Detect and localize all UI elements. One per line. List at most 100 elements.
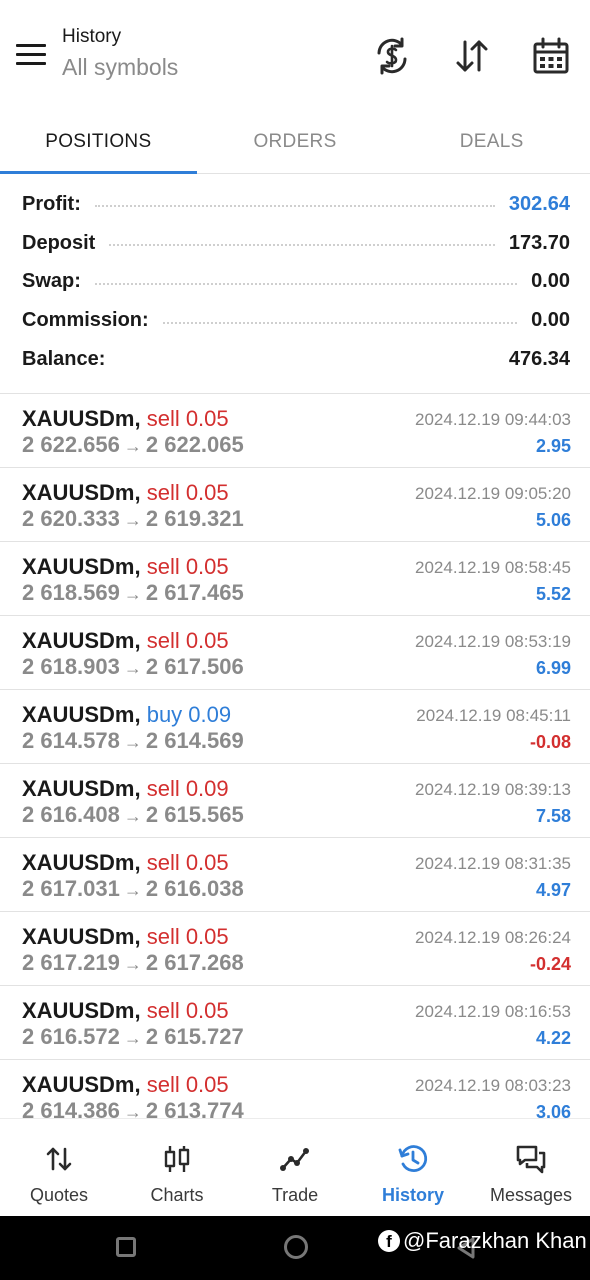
deal-symbol: XAUUSDm, sell 0.05 [22, 924, 229, 950]
close-price: 2 615.565 [145, 802, 244, 827]
deal-prices: 2 616.408 → 2 615.565 [22, 802, 244, 828]
summary-value: 302.64 [508, 192, 570, 215]
nav-label: Charts [150, 1185, 204, 1205]
open-price: 2 617.031 [22, 876, 120, 901]
deal-prices: 2 617.031 → 2 616.038 [22, 876, 244, 902]
symbol-name: XAUUSDm, [22, 628, 141, 653]
deal-row[interactable]: XAUUSDm, sell 0.05 2 614.386 → 2 613.774 202… [0, 1060, 590, 1118]
open-price: 2 618.569 [22, 580, 120, 605]
deal-time: 2024.12.19 08:39:13 [415, 780, 571, 799]
deal-symbol: XAUUSDm, buy 0.09 [22, 702, 231, 728]
summary-value: 173.70 [508, 231, 570, 254]
deal-profit: 6.99 [535, 658, 571, 678]
symbol-name: XAUUSDm, [22, 554, 141, 579]
summary-profit: Profit: 302.64 [0, 185, 590, 224]
facebook-icon: f [378, 1230, 400, 1252]
close-price: 2 613.774 [145, 1098, 244, 1118]
tab-deals[interactable]: DEALS [393, 110, 590, 173]
nav-charts[interactable]: Charts [118, 1119, 236, 1216]
deal-prices: 2 618.569 → 2 617.465 [22, 580, 244, 606]
deal-profit: 5.52 [535, 584, 571, 604]
nav-messages[interactable]: Messages [472, 1119, 590, 1216]
deal-row[interactable]: XAUUSDm, sell 0.05 2 616.572 → 2 615.727 202… [0, 986, 590, 1060]
summary-label: Balance: [22, 348, 106, 371]
facebook-logo-letter: f [386, 1231, 392, 1251]
deal-time: 2024.12.19 08:16:53 [415, 1002, 571, 1021]
menu-icon[interactable] [16, 44, 46, 68]
deal-row[interactable]: XAUUSDm, sell 0.09 2 616.408 → 2 615.565 202… [0, 764, 590, 838]
dotted-leader [94, 282, 518, 285]
home-icon[interactable] [284, 1235, 308, 1259]
deal-side: sell 0.05 [146, 850, 229, 875]
deal-prices: 2 620.333 → 2 619.321 [22, 506, 244, 532]
messages-icon [515, 1143, 547, 1175]
symbol-name: XAUUSDm, [22, 702, 141, 727]
deal-prices: 2 614.386 → 2 613.774 [22, 1098, 244, 1118]
deal-profit: 5.06 [535, 510, 571, 530]
open-price: 2 614.386 [22, 1098, 120, 1118]
deal-time: 2024.12.19 08:31:35 [415, 854, 571, 873]
arrow-right-icon: → [123, 1102, 142, 1118]
quotes-icon [43, 1143, 75, 1175]
sort-icon[interactable] [452, 36, 492, 76]
calendar-icon[interactable] [531, 36, 571, 76]
deal-time: 2024.12.19 08:03:23 [415, 1076, 571, 1095]
recent-apps-icon[interactable] [116, 1237, 136, 1257]
deal-time: 2024.12.19 08:58:45 [415, 558, 571, 577]
close-price: 2 614.569 [145, 728, 244, 753]
deal-row[interactable]: XAUUSDm, buy 0.09 2 614.578 → 2 614.569 2024… [0, 690, 590, 764]
nav-quotes[interactable]: Quotes [0, 1119, 118, 1216]
deal-row[interactable]: XAUUSDm, sell 0.05 2 618.569 → 2 617.465 202… [0, 542, 590, 616]
close-price: 2 617.506 [145, 654, 244, 679]
deal-row[interactable]: XAUUSDm, sell 0.05 2 622.656 → 2 622.065 202… [0, 394, 590, 468]
tab-orders[interactable]: ORDERS [197, 110, 394, 173]
deal-profit: 7.58 [535, 806, 571, 826]
summary-label: Commission: [22, 309, 149, 332]
currency-sync-icon[interactable] [372, 36, 412, 76]
deal-side: sell 0.05 [146, 480, 229, 505]
close-price: 2 615.727 [145, 1024, 244, 1049]
deal-symbol: XAUUSDm, sell 0.05 [22, 850, 229, 876]
deal-row[interactable]: XAUUSDm, sell 0.05 2 617.031 → 2 616.038 202… [0, 838, 590, 912]
title-block[interactable]: History All symbols [62, 26, 178, 81]
deal-side: sell 0.05 [146, 554, 229, 579]
system-navigation-bar: f @Farazkhan Khan [0, 1216, 590, 1280]
symbol-filter: All symbols [62, 54, 179, 80]
nav-label: History [381, 1185, 444, 1205]
summary-label: Profit: [22, 192, 81, 215]
symbol-name: XAUUSDm, [22, 850, 141, 875]
page-title: History [62, 26, 122, 47]
deal-profit: -0.08 [529, 732, 571, 752]
deal-side: buy 0.09 [146, 702, 232, 727]
deal-row[interactable]: XAUUSDm, sell 0.05 2 618.903 → 2 617.506 202… [0, 616, 590, 690]
open-price: 2 616.572 [22, 1024, 120, 1049]
deal-row[interactable]: XAUUSDm, sell 0.05 2 617.219 → 2 617.268 202… [0, 912, 590, 986]
arrow-right-icon: → [123, 732, 142, 752]
symbol-name: XAUUSDm, [22, 776, 141, 801]
deal-row[interactable]: XAUUSDm, sell 0.05 2 620.333 → 2 619.321 202… [0, 468, 590, 542]
symbol-name: XAUUSDm, [22, 998, 141, 1023]
arrow-right-icon: → [123, 806, 142, 826]
deal-side: sell 0.05 [146, 628, 229, 653]
nav-label: Quotes [29, 1185, 89, 1205]
charts-icon [161, 1143, 193, 1175]
deal-prices: 2 617.219 → 2 617.268 [22, 950, 244, 976]
positions-list[interactable]: XAUUSDm, sell 0.05 2 622.656 → 2 622.065 202… [0, 394, 590, 1118]
watermark: f @Farazkhan Khan [378, 1228, 587, 1254]
arrow-right-icon: → [123, 436, 142, 456]
dotted-leader [109, 244, 495, 247]
nav-label: Messages [489, 1185, 573, 1205]
deal-profit: 3.06 [535, 1102, 571, 1118]
arrow-right-icon: → [123, 954, 142, 974]
close-price: 2 617.465 [145, 580, 244, 605]
deal-side: sell 0.09 [146, 776, 229, 801]
arrow-right-icon: → [123, 1028, 142, 1048]
nav-history[interactable]: History [354, 1119, 472, 1216]
tab-positions[interactable]: POSITIONS [0, 110, 197, 174]
arrow-right-icon: → [123, 658, 142, 678]
arrow-right-icon: → [123, 584, 142, 604]
watermark-text: @Farazkhan Khan [403, 1228, 587, 1253]
deal-prices: 2 618.903 → 2 617.506 [22, 654, 244, 680]
nav-trade[interactable]: Trade [236, 1119, 354, 1216]
deal-profit: -0.24 [529, 954, 571, 974]
